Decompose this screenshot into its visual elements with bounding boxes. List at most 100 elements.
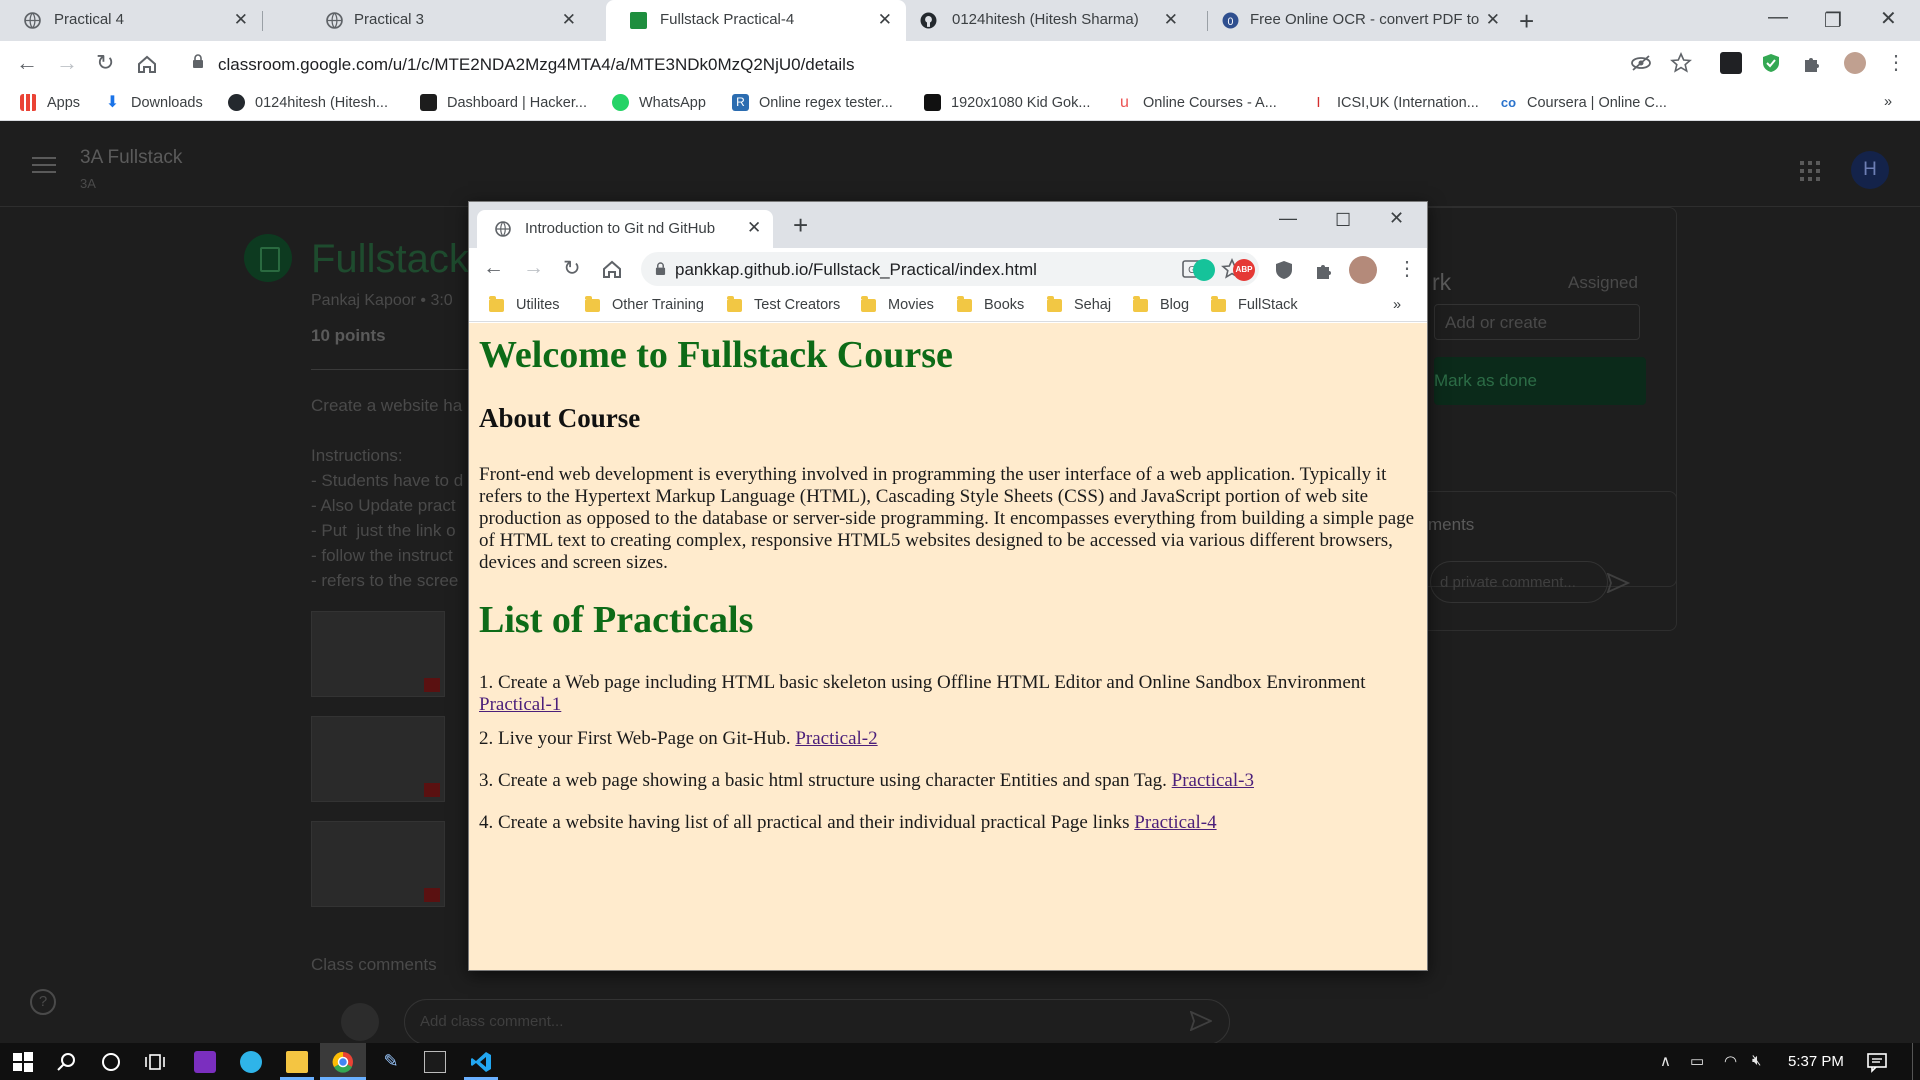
google-apps-icon[interactable] [1800, 161, 1820, 181]
profile-avatar[interactable] [1349, 256, 1377, 284]
bookmark-github[interactable]: 0124hitesh (Hitesh... [228, 94, 388, 111]
vscode-icon[interactable] [470, 1051, 492, 1073]
bookmark-folder-movies[interactable]: Movies [861, 295, 934, 313]
folder-icon [1047, 295, 1062, 312]
bookmark-hackerrank[interactable]: Dashboard | Hacker... [420, 94, 587, 111]
reload-icon[interactable]: ↻ [563, 256, 581, 281]
back-icon[interactable]: ← [16, 50, 38, 76]
onenote-icon[interactable] [194, 1051, 216, 1073]
chrome-icon[interactable] [332, 1051, 354, 1073]
attachment-thumbnail[interactable] [311, 716, 445, 802]
bookmark-folder-test-creators[interactable]: Test Creators [727, 295, 840, 313]
practical-3-link[interactable]: Practical-3 [1172, 770, 1254, 791]
more-bookmarks-button[interactable]: » [1393, 297, 1401, 313]
add-or-create-button[interactable]: Add or create [1434, 304, 1640, 340]
close-window-icon[interactable]: ✕ [1389, 208, 1404, 229]
bookmark-folder-blog[interactable]: Blog [1133, 295, 1189, 313]
puzzle-icon[interactable] [1313, 259, 1335, 281]
search-icon[interactable] [56, 1051, 78, 1073]
reload-icon[interactable]: ↻ [96, 50, 114, 76]
star-icon[interactable] [1670, 52, 1692, 74]
file-explorer-icon[interactable] [286, 1051, 308, 1073]
mark-as-done-button[interactable]: Mark as done [1434, 357, 1646, 405]
wifi-icon[interactable]: ◠ [1724, 1052, 1737, 1070]
tab-introduction-git[interactable]: Introduction to Git nd GitHub ✕ [477, 210, 773, 248]
close-icon[interactable]: ✕ [1164, 10, 1178, 30]
chevron-up-icon[interactable]: ∧ [1660, 1052, 1671, 1070]
tab-free-ocr[interactable]: 0 Free Online OCR - convert PDF to ✕ [1208, 0, 1508, 41]
tab-practical-3[interactable]: Practical 3 ✕ [300, 0, 606, 41]
bookmark-icsi[interactable]: I ICSI,UK (Internation... [1310, 94, 1478, 111]
practical-1-link[interactable]: Practical-1 [479, 694, 561, 715]
bookmark-apps[interactable]: Apps [20, 94, 80, 111]
bookmark-wallpaper[interactable]: 1920x1080 Kid Gok... [924, 94, 1090, 111]
close-window-icon[interactable]: ✕ [1880, 6, 1897, 31]
cortana-icon[interactable] [100, 1051, 122, 1073]
address-bar[interactable]: classroom.google.com/u/1/c/MTE2NDA2Mzg4M… [176, 46, 1702, 82]
restore-icon[interactable]: ❐ [1824, 8, 1842, 33]
practical-4-link[interactable]: Practical-4 [1134, 812, 1216, 833]
help-icon[interactable]: ? [30, 989, 56, 1015]
eye-off-icon[interactable] [1630, 52, 1652, 74]
extension-a-icon[interactable] [1720, 52, 1742, 74]
new-tab-button[interactable]: + [793, 210, 808, 241]
popup-address-bar[interactable]: pankkap.github.io/Fullstack_Practical/in… [641, 252, 1259, 286]
notifications-icon[interactable] [1866, 1051, 1888, 1073]
bookmark-folder-fullstack[interactable]: FullStack [1211, 295, 1298, 313]
minimize-icon[interactable]: — [1768, 6, 1788, 29]
battery-icon[interactable]: ▭ [1690, 1052, 1704, 1070]
adblock-icon[interactable]: ABP [1233, 259, 1255, 281]
close-icon[interactable]: ✕ [747, 218, 761, 238]
tab-label: 0124hitesh (Hitesh Sharma) [952, 11, 1139, 28]
menu-kebab-icon[interactable]: ⋮ [1397, 256, 1417, 281]
minimize-icon[interactable]: — [1279, 208, 1297, 229]
puzzle-icon[interactable] [1801, 52, 1823, 74]
system-clock[interactable]: 5:37 PM [1788, 1053, 1844, 1070]
volume-muted-icon[interactable]: 🔇︎ [1752, 1052, 1761, 1069]
tab-fullstack-practical-4[interactable]: Fullstack Practical-4 ✕ [606, 0, 906, 41]
grammarly-icon[interactable] [1193, 259, 1215, 281]
bookmark-folder-other-training[interactable]: Other Training [585, 295, 704, 313]
forward-icon[interactable]: → [56, 50, 78, 76]
maximize-icon[interactable]: ☐ [1335, 210, 1351, 231]
tab-practical-4[interactable]: Practical 4 ✕ [0, 0, 262, 41]
bookmark-downloads[interactable]: ⬇ Downloads [104, 94, 203, 111]
task-view-icon[interactable] [144, 1051, 166, 1073]
menu-kebab-icon[interactable]: ⋮ [1886, 50, 1906, 75]
more-bookmarks-button[interactable]: » [1884, 94, 1892, 110]
bookmark-folder-books[interactable]: Books [957, 295, 1024, 313]
show-desktop-divider[interactable] [1912, 1043, 1913, 1080]
paint-icon[interactable]: ✎ [380, 1051, 402, 1073]
send-icon[interactable] [1606, 573, 1630, 593]
shield-icon[interactable] [1273, 259, 1295, 281]
close-icon[interactable]: ✕ [234, 10, 248, 30]
edge-icon[interactable] [240, 1051, 262, 1073]
windows-start-icon[interactable] [12, 1051, 34, 1073]
forward-icon[interactable]: → [523, 256, 544, 280]
close-icon[interactable]: ✕ [1486, 10, 1500, 30]
practical-2-link[interactable]: Practical-2 [795, 728, 877, 749]
attachment-thumbnail[interactable] [311, 611, 445, 697]
close-icon[interactable]: ✕ [562, 10, 576, 30]
shield-icon[interactable] [1760, 52, 1782, 74]
avatar[interactable]: H [1851, 151, 1889, 189]
class-name[interactable]: 3A Fullstack [80, 147, 182, 169]
bookmark-folder-sehaj[interactable]: Sehaj [1047, 295, 1111, 313]
terminal-icon[interactable] [424, 1051, 446, 1073]
bookmark-folder-utilites[interactable]: Utilites [489, 295, 560, 313]
tab-github-profile[interactable]: 0124hitesh (Hitesh Sharma) ✕ [906, 0, 1204, 41]
send-icon[interactable] [1190, 1011, 1212, 1031]
bookmark-regex[interactable]: R Online regex tester... [732, 94, 893, 111]
profile-avatar[interactable] [1844, 52, 1866, 74]
new-tab-button[interactable]: + [1519, 6, 1534, 37]
bookmark-udemy[interactable]: u Online Courses - A... [1116, 94, 1277, 111]
bookmark-whatsapp[interactable]: WhatsApp [612, 94, 706, 111]
home-icon[interactable] [601, 258, 623, 280]
menu-icon[interactable] [32, 157, 56, 173]
bookmark-coursera[interactable]: co Coursera | Online C... [1500, 94, 1667, 111]
close-icon[interactable]: ✕ [878, 10, 892, 30]
attachment-thumbnail[interactable] [311, 821, 445, 907]
folder-icon [1211, 295, 1226, 312]
home-icon[interactable] [136, 53, 158, 75]
back-icon[interactable]: ← [483, 256, 504, 280]
